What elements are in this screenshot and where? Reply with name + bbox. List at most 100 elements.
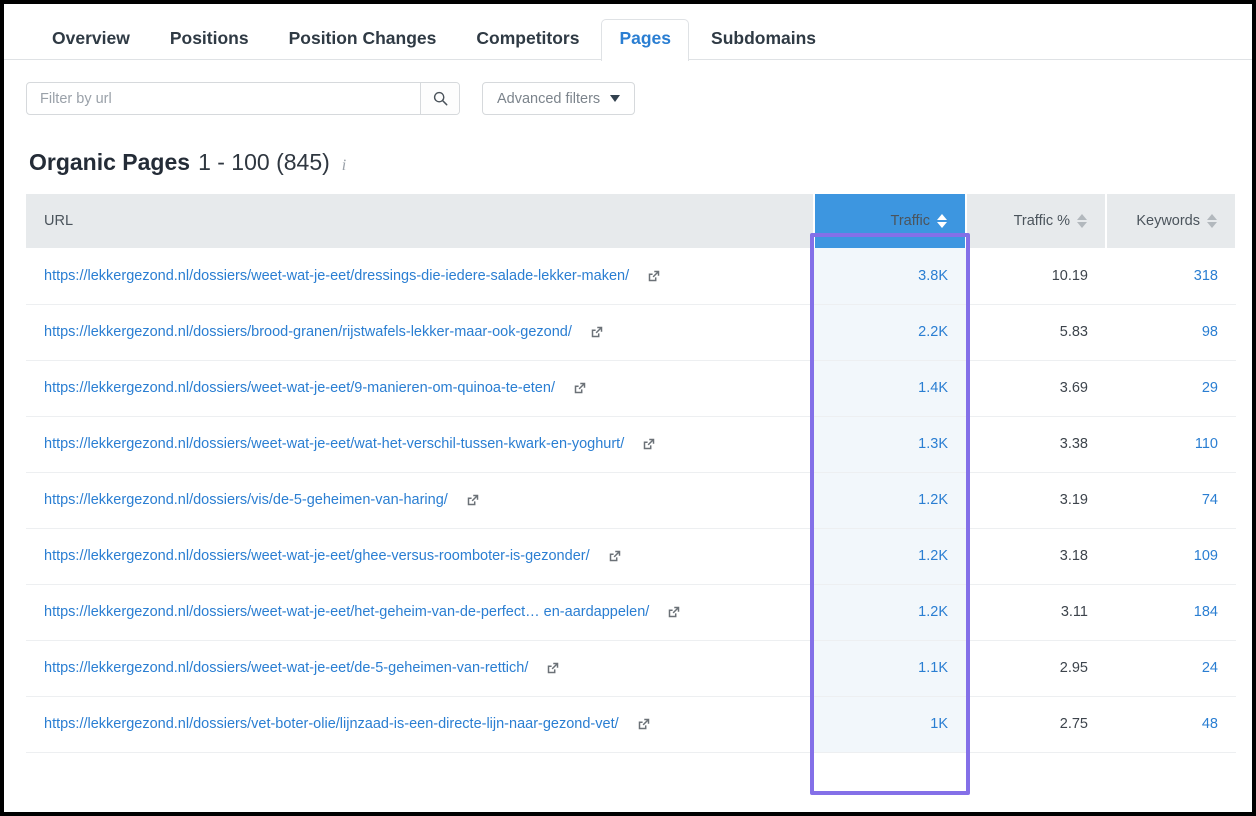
page-url-link[interactable]: https://lekkergezond.nl/dossiers/weet-wa… (44, 548, 590, 564)
external-link-icon[interactable] (590, 325, 604, 339)
cell-traffic: 2.2K (814, 304, 966, 361)
cell-keywords[interactable]: 109 (1106, 528, 1236, 585)
external-link-icon[interactable] (637, 717, 651, 731)
cell-url: https://lekkergezond.nl/dossiers/vet-bot… (26, 696, 814, 753)
tab-pages[interactable]: Pages (601, 19, 690, 61)
cell-traffic-pct: 3.19 (966, 472, 1106, 529)
external-link-icon[interactable] (642, 437, 656, 451)
external-link-icon[interactable] (647, 269, 661, 283)
cell-url: https://lekkergezond.nl/dossiers/weet-wa… (26, 416, 814, 473)
traffic-value[interactable]: 1K (930, 716, 948, 732)
table-row: https://lekkergezond.nl/dossiers/vet-bot… (26, 696, 1236, 753)
cell-url: https://lekkergezond.nl/dossiers/vis/de-… (26, 472, 814, 529)
cell-traffic: 1.3K (814, 416, 966, 473)
column-header-traffic-pct[interactable]: Traffic % (966, 194, 1107, 248)
sort-arrows-icon (937, 214, 947, 228)
tab-position-changes[interactable]: Position Changes (271, 19, 455, 60)
url-filter (26, 82, 460, 115)
cell-keywords[interactable]: 29 (1106, 360, 1236, 417)
tab-competitors[interactable]: Competitors (458, 19, 597, 60)
page-url-link[interactable]: https://lekkergezond.nl/dossiers/weet-wa… (44, 436, 624, 452)
table-row: https://lekkergezond.nl/dossiers/weet-wa… (26, 528, 1236, 585)
tab-overview[interactable]: Overview (34, 19, 148, 60)
table-row: https://lekkergezond.nl/dossiers/vis/de-… (26, 472, 1236, 529)
cell-keywords[interactable]: 24 (1106, 640, 1236, 697)
traffic-value[interactable]: 1.2K (918, 548, 948, 564)
cell-url: https://lekkergezond.nl/dossiers/weet-wa… (26, 360, 814, 417)
cell-keywords[interactable]: 48 (1106, 696, 1236, 753)
traffic-value[interactable]: 1.2K (918, 492, 948, 508)
search-icon (433, 91, 447, 106)
sort-arrows-icon (1077, 214, 1087, 228)
page-url-link[interactable]: https://lekkergezond.nl/dossiers/weet-wa… (44, 380, 555, 396)
page-url-link[interactable]: https://lekkergezond.nl/dossiers/brood-g… (44, 324, 572, 340)
cell-url: https://lekkergezond.nl/dossiers/weet-wa… (26, 528, 814, 585)
cell-traffic: 1.4K (814, 360, 966, 417)
traffic-value[interactable]: 1.3K (918, 436, 948, 452)
traffic-value[interactable]: 1.1K (918, 660, 948, 676)
table-body: https://lekkergezond.nl/dossiers/weet-wa… (26, 248, 1236, 753)
page-url-link[interactable]: https://lekkergezond.nl/dossiers/weet-wa… (44, 660, 528, 676)
organic-pages-panel: Overview Positions Position Changes Comp… (0, 0, 1256, 816)
external-link-icon[interactable] (667, 605, 681, 619)
external-link-icon[interactable] (608, 549, 622, 563)
cell-keywords[interactable]: 184 (1106, 584, 1236, 641)
page-url-link[interactable]: https://lekkergezond.nl/dossiers/weet-wa… (44, 268, 629, 284)
advanced-filters-button[interactable]: Advanced filters (482, 82, 636, 115)
page-title-range: 1 - 100 (845) (198, 149, 330, 175)
column-header-traffic-pct-label: Traffic % (1013, 213, 1070, 229)
cell-keywords[interactable]: 110 (1106, 416, 1236, 473)
column-header-keywords-label: Keywords (1136, 213, 1200, 229)
cell-traffic-pct: 5.83 (966, 304, 1106, 361)
cell-traffic-pct: 2.95 (966, 640, 1106, 697)
cell-traffic: 1.2K (814, 528, 966, 585)
page-url-link[interactable]: https://lekkergezond.nl/dossiers/vis/de-… (44, 492, 448, 508)
page-title-text: Organic Pages (29, 149, 191, 175)
cell-traffic: 1K (814, 696, 966, 753)
chevron-down-icon (610, 95, 621, 102)
cell-keywords[interactable]: 98 (1106, 304, 1236, 361)
table-row: https://lekkergezond.nl/dossiers/weet-wa… (26, 360, 1236, 417)
page-title: Organic Pages 1 - 100 (845) i (29, 149, 1252, 176)
traffic-value[interactable]: 1.2K (918, 604, 948, 620)
cell-traffic-pct: 2.75 (966, 696, 1106, 753)
search-button[interactable] (420, 83, 459, 114)
cell-traffic: 3.8K (814, 248, 966, 305)
external-link-icon[interactable] (546, 661, 560, 675)
column-header-url-label: URL (44, 213, 74, 229)
cell-url: https://lekkergezond.nl/dossiers/weet-wa… (26, 640, 814, 697)
table-row: https://lekkergezond.nl/dossiers/brood-g… (26, 304, 1236, 361)
external-link-icon[interactable] (466, 493, 480, 507)
info-icon[interactable]: i (342, 157, 346, 175)
traffic-value[interactable]: 3.8K (918, 268, 948, 284)
page-url-link[interactable]: https://lekkergezond.nl/dossiers/weet-wa… (44, 604, 649, 620)
cell-keywords[interactable]: 74 (1106, 472, 1236, 529)
table-row: https://lekkergezond.nl/dossiers/weet-wa… (26, 584, 1236, 641)
external-link-icon[interactable] (573, 381, 587, 395)
column-header-traffic-label: Traffic (890, 213, 930, 229)
cell-url: https://lekkergezond.nl/dossiers/brood-g… (26, 304, 814, 361)
tab-subdomains[interactable]: Subdomains (693, 19, 834, 60)
column-header-url[interactable]: URL (26, 194, 815, 248)
column-header-keywords[interactable]: Keywords (1106, 194, 1237, 248)
traffic-value[interactable]: 2.2K (918, 324, 948, 340)
search-input[interactable] (27, 83, 420, 114)
cell-traffic-pct: 10.19 (966, 248, 1106, 305)
cell-url: https://lekkergezond.nl/dossiers/weet-wa… (26, 584, 814, 641)
column-header-traffic[interactable]: Traffic (814, 194, 967, 248)
page-url-link[interactable]: https://lekkergezond.nl/dossiers/vet-bot… (44, 716, 619, 732)
cell-traffic: 1.2K (814, 584, 966, 641)
filter-bar: Advanced filters (4, 60, 1252, 115)
table-head: URL Traffic Traffic % Keywords (26, 194, 1237, 248)
organic-pages-table: URL Traffic Traffic % Keywords https://l… (26, 194, 1237, 753)
advanced-filters-label: Advanced filters (497, 90, 601, 107)
report-tabbar: Overview Positions Position Changes Comp… (4, 4, 1252, 61)
table-row: https://lekkergezond.nl/dossiers/weet-wa… (26, 248, 1236, 305)
cell-traffic-pct: 3.11 (966, 584, 1106, 641)
cell-url: https://lekkergezond.nl/dossiers/weet-wa… (26, 248, 814, 305)
cell-traffic-pct: 3.38 (966, 416, 1106, 473)
tab-positions[interactable]: Positions (152, 19, 267, 60)
traffic-value[interactable]: 1.4K (918, 380, 948, 396)
cell-traffic: 1.2K (814, 472, 966, 529)
cell-keywords[interactable]: 318 (1106, 248, 1236, 305)
